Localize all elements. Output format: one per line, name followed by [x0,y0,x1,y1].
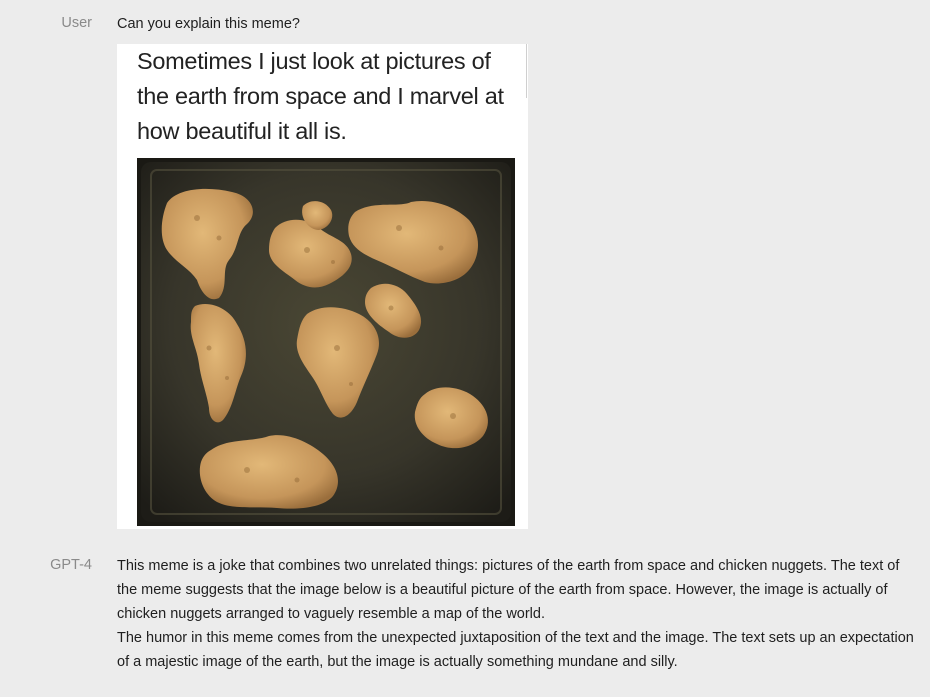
assistant-message-text: This meme is a joke that combines two un… [117,554,917,674]
assistant-paragraph: The humor in this meme comes from the un… [117,630,914,670]
user-role-label: User [61,15,92,31]
meme-caption: Sometimes I just look at pictures of the… [137,48,504,144]
assistant-role-label: GPT-4 [50,557,92,573]
assistant-paragraph: This meme is a joke that combines two un… [117,558,900,622]
chicken-nuggets-photo [137,158,515,526]
user-message-text: Can you explain this meme? [117,16,300,32]
meme-caption-border [526,44,527,98]
meme-image: Sometimes I just look at pictures of the… [117,44,528,529]
